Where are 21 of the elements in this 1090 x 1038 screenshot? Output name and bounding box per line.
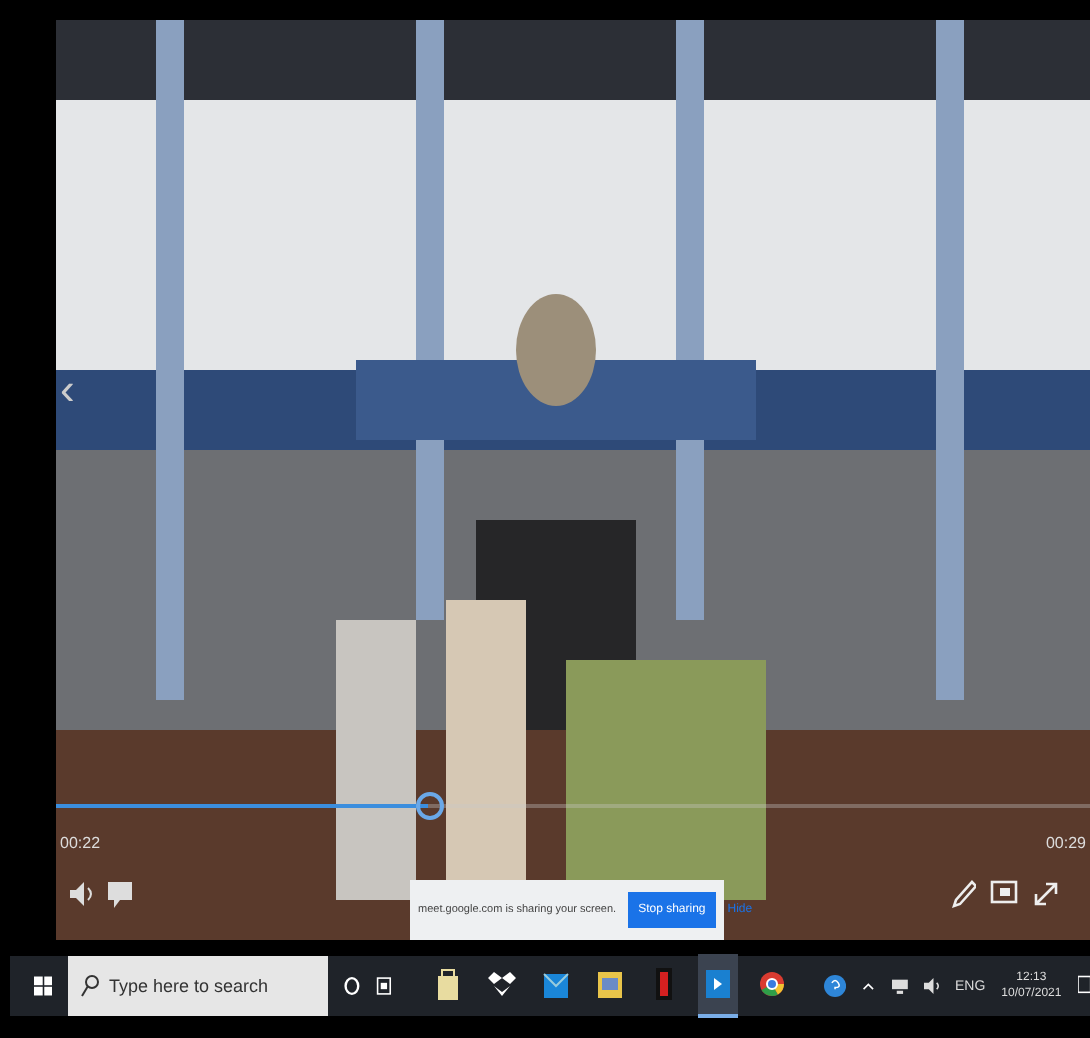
search-icon (80, 974, 101, 998)
windows-icon[interactable] (34, 974, 53, 998)
speaker-icon[interactable] (923, 976, 939, 996)
caption-icon[interactable] (108, 880, 132, 908)
help-icon[interactable] (824, 972, 847, 1000)
elapsed-time: 00:22 (60, 834, 101, 852)
pencil-icon[interactable] (952, 880, 976, 908)
screen-icon[interactable] (990, 880, 1018, 904)
previous-button[interactable]: ‹ (60, 364, 75, 416)
chevron-up-icon[interactable] (862, 980, 876, 992)
arrow-app-icon[interactable] (698, 954, 739, 1018)
duration-time: 00:29 (1045, 834, 1086, 852)
notification-icon[interactable] (1077, 974, 1090, 998)
expand-icon[interactable] (1032, 880, 1060, 908)
cortana-icon[interactable] (344, 974, 361, 998)
search-input[interactable]: Type here to search (108, 976, 329, 996)
search-bar[interactable]: Type here to search (68, 956, 329, 1016)
speaker-icon[interactable] (68, 880, 96, 908)
task-view-icon[interactable] (376, 974, 393, 998)
network-icon[interactable] (891, 976, 908, 996)
progress-thumb[interactable] (416, 792, 445, 820)
